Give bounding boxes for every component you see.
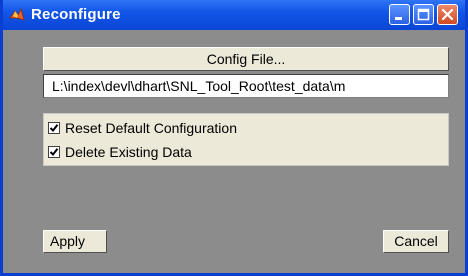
close-icon <box>441 8 454 21</box>
apply-button[interactable]: Apply <box>43 230 107 253</box>
reset-default-configuration-label: Reset Default Configuration <box>65 120 237 136</box>
checkmark-icon <box>49 148 59 157</box>
reconfigure-window: Reconfigure Config File... L:\index\devl… <box>0 0 468 276</box>
cancel-button[interactable]: Cancel <box>383 230 449 253</box>
options-panel: Reset Default Configuration Delete Exist… <box>43 113 449 166</box>
minimize-button[interactable] <box>389 4 410 25</box>
reset-default-configuration-checkbox[interactable] <box>48 122 60 134</box>
maximize-button[interactable] <box>413 4 434 25</box>
window-title: Reconfigure <box>31 6 121 23</box>
minimize-icon <box>395 17 402 20</box>
config-file-button[interactable]: Config File... <box>43 47 449 71</box>
maximize-icon <box>417 8 430 21</box>
delete-existing-data-label: Delete Existing Data <box>65 144 192 160</box>
matlab-figure-icon <box>9 7 25 23</box>
close-button[interactable] <box>437 4 458 25</box>
title-bar[interactable]: Reconfigure <box>3 0 465 30</box>
config-path-field[interactable]: L:\index\devl\dhart\SNL_Tool_Root\test_d… <box>43 74 449 98</box>
checkmark-icon <box>49 124 59 133</box>
delete-existing-data-checkbox[interactable] <box>48 146 60 158</box>
